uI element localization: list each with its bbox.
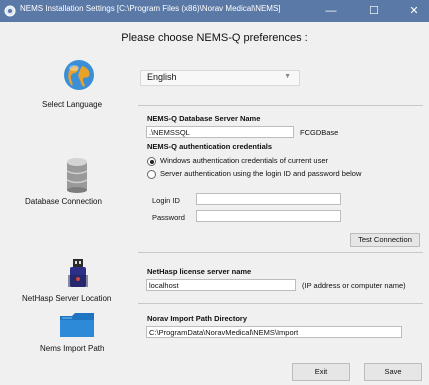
import-path-label: Norav Import Path Directory [147,314,248,323]
db-server-name-label: NEMS-Q Database Server Name [147,114,261,123]
divider [138,105,423,106]
windows-auth-label: Windows authentication credentials of cu… [160,156,329,165]
title-bar: NEMS Installation Settings [C:\Program F… [0,0,429,22]
divider [138,303,423,304]
exit-button[interactable]: Exit [292,363,350,381]
database-icon [66,158,88,193]
minimize-button[interactable]: — [316,0,346,22]
nems-import-path-label: Nems Import Path [40,344,105,353]
db-server-name-input[interactable]: .\NEMSSQL [146,126,294,138]
select-language-label: Select Language [42,100,103,109]
installation-settings-window: NEMS Installation Settings [C:\Program F… [0,0,429,385]
chevron-down-icon: ▼ [284,73,291,80]
usb-key-icon [68,259,88,287]
maximize-button[interactable]: ☐ [359,0,389,22]
windows-auth-radio[interactable] [147,157,156,166]
app-icon [4,5,16,17]
import-path-input[interactable]: C:\ProgramData\NoravMedical\NEMS\Import [146,326,402,338]
login-id-label: Login ID [152,196,180,205]
server-auth-label: Server authentication using the login ID… [160,169,362,178]
password-input[interactable] [196,210,341,222]
password-label: Password [152,213,185,222]
nethasp-field-label: NetHasp license server name [147,267,252,276]
window-title: NEMS Installation Settings [C:\Program F… [20,4,281,13]
language-select[interactable]: English ▼ [140,70,300,86]
login-id-input[interactable] [196,193,341,205]
language-select-value: English [147,72,177,82]
page-heading: Please choose NEMS-Q preferences : [121,32,308,44]
nethasp-server-input[interactable]: localhost [146,279,296,291]
test-connection-button[interactable]: Test Connection [350,233,420,247]
server-auth-radio[interactable] [147,170,156,179]
db-name-label: FCGDBase [300,128,339,137]
close-button[interactable]: ✕ [399,0,429,22]
save-button[interactable]: Save [364,363,422,381]
folder-icon [60,313,94,337]
divider [138,252,423,253]
database-connection-label: Database Connection [25,197,102,206]
db-auth-label: NEMS-Q authentication credentials [147,142,273,151]
globe-icon [64,60,94,90]
nethasp-hint: (IP address or computer name) [302,281,406,290]
nethasp-server-location-label: NetHasp Server Location [22,294,112,303]
